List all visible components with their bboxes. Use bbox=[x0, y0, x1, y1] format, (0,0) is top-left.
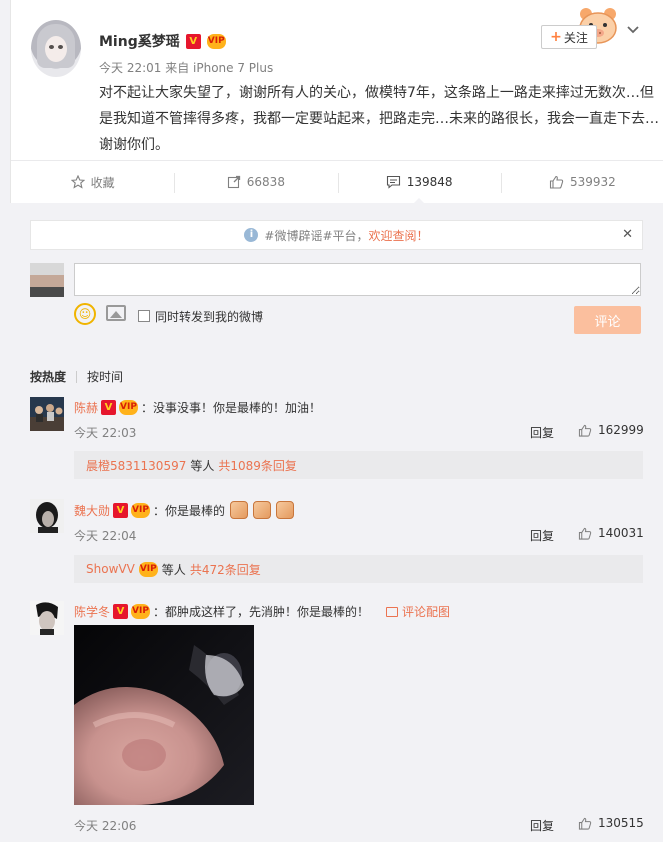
reply-button[interactable]: 回复 bbox=[530, 817, 554, 834]
repost-count: 66838 bbox=[246, 175, 285, 189]
notice-text: #微博辟谣#平台， bbox=[264, 228, 369, 243]
comment-like-button[interactable]: 140031 bbox=[578, 526, 644, 540]
post-card: Ming奚梦瑶 V VIP 今天 22:01 来自 iPhone 7 Plus … bbox=[10, 0, 663, 204]
reply-button[interactable]: 回复 bbox=[530, 527, 554, 544]
rumor-notice-bar: i #微博辟谣#平台， 欢迎查阅！ ✕ bbox=[30, 220, 643, 250]
commenter-name[interactable]: 魏大勋 bbox=[74, 502, 110, 519]
sort-by-hot-tab[interactable]: 按热度 bbox=[30, 368, 66, 385]
verified-badge-icon[interactable]: V bbox=[185, 33, 201, 49]
like-count: 539932 bbox=[569, 175, 616, 189]
post-text: 对不起让大家失望了，谢谢所有人的关心，做模特7年，这条路上一路走来摔过无数次…但… bbox=[99, 85, 659, 153]
comment-item: 魏大勋 V VIP ：你是最棒的 今天 22:04 回复 140031 Show… bbox=[30, 499, 644, 585]
vip-badge-icon[interactable]: VIP bbox=[138, 561, 158, 577]
comment-time: 今天 22:03 bbox=[74, 426, 137, 440]
comment-icon bbox=[386, 175, 400, 189]
repost-button[interactable]: 66838 bbox=[174, 161, 337, 203]
reply-button[interactable]: 回复 bbox=[530, 424, 554, 441]
commenter-avatar[interactable] bbox=[30, 397, 64, 431]
comment-text: ：你是最棒的 bbox=[153, 503, 226, 518]
reply-user[interactable]: ShowVV bbox=[86, 562, 135, 576]
comments-panel: i #微博辟谣#平台， 欢迎查阅！ ✕ ☺ 同时转发到我的微博 评论 按热度 按… bbox=[10, 203, 663, 842]
sort-by-time-tab[interactable]: 按时间 bbox=[87, 368, 123, 385]
commenter-name[interactable]: 陈赫 bbox=[74, 399, 98, 416]
commenter-name[interactable]: 陈学冬 bbox=[74, 603, 110, 620]
reply-user[interactable]: 晨橙5831130597 bbox=[86, 457, 186, 474]
reply-mid-text: 等人 bbox=[161, 562, 186, 577]
comment-attached-photo[interactable] bbox=[74, 625, 254, 805]
repost-checkbox-label[interactable]: 同时转发到我的微博 bbox=[155, 308, 263, 325]
follow-label: 关注 bbox=[563, 30, 588, 45]
author-name[interactable]: Ming奚梦瑶 bbox=[99, 31, 180, 51]
verified-badge-icon[interactable]: V bbox=[113, 604, 129, 619]
comment-head: 魏大勋 V VIP ：你是最棒的 bbox=[74, 501, 295, 519]
commenter-avatar[interactable] bbox=[30, 601, 64, 635]
vip-badge-icon[interactable]: VIP bbox=[131, 502, 151, 518]
post-action-bar: 收藏 66838 139848 539932 bbox=[11, 160, 663, 204]
comment-like-button[interactable]: 162999 bbox=[578, 423, 644, 437]
comment-text: ：都肿成这样了，先消肿！你是最棒的！ bbox=[153, 605, 370, 619]
like-button[interactable]: 539932 bbox=[500, 161, 663, 203]
thumbs-up-emoji-icon bbox=[230, 501, 249, 519]
comment-like-count: 162999 bbox=[598, 423, 644, 437]
reply-summary[interactable]: 晨橙5831130597 等人 共1089条回复 bbox=[74, 451, 643, 479]
post-meta: 今天 22:01 来自 iPhone 7 Plus bbox=[99, 61, 274, 75]
vip-badge-icon[interactable]: VIP bbox=[119, 400, 139, 415]
thumbs-up-icon bbox=[578, 817, 592, 830]
comment-text: ：没事没事！你是最棒的！加油！ bbox=[141, 401, 322, 415]
comment-time: 今天 22:04 bbox=[74, 529, 137, 543]
reply-count-link[interactable]: 共472条回复 bbox=[190, 561, 261, 578]
close-icon[interactable]: ✕ bbox=[622, 227, 633, 242]
image-upload-icon[interactable] bbox=[106, 305, 126, 321]
comment-picture-link[interactable]: 评论配图 bbox=[386, 603, 450, 620]
comment-like-button[interactable]: 130515 bbox=[578, 816, 644, 830]
reply-mid-text: 等人 bbox=[190, 458, 215, 473]
submit-comment-button[interactable]: 评论 bbox=[574, 306, 641, 334]
comment-head: 陈赫 V VIP ：没事没事！你是最棒的！加油！ bbox=[74, 399, 321, 416]
thumbs-up-icon bbox=[578, 424, 592, 437]
my-avatar bbox=[30, 263, 64, 297]
smiley-emoji-icon[interactable]: ☺ bbox=[74, 303, 96, 325]
comment-picture-label: 评论配图 bbox=[402, 605, 451, 619]
info-icon: i bbox=[244, 228, 259, 242]
favorite-button[interactable]: 收藏 bbox=[11, 161, 174, 203]
reply-summary[interactable]: ShowVV VIP 等人 共472条回复 bbox=[74, 555, 643, 583]
chevron-down-icon[interactable] bbox=[625, 22, 641, 38]
vip-badge-icon[interactable]: VIP bbox=[131, 604, 151, 619]
comment-sort-tabs: 按热度 按时间 bbox=[30, 368, 123, 385]
comment-button[interactable]: 139848 bbox=[337, 161, 501, 204]
thumbs-up-emoji-icon bbox=[276, 501, 295, 519]
repost-icon bbox=[227, 175, 240, 189]
thumbs-up-icon bbox=[578, 527, 592, 540]
comment-item: 陈赫 V VIP ：没事没事！你是最棒的！加油！ 今天 22:03 回复 162… bbox=[30, 397, 644, 479]
thumbs-up-icon bbox=[549, 175, 564, 189]
favorite-label: 收藏 bbox=[90, 175, 115, 190]
repost-checkbox[interactable] bbox=[138, 310, 150, 322]
author-avatar[interactable] bbox=[31, 20, 81, 77]
sort-divider bbox=[76, 370, 78, 383]
picture-icon bbox=[386, 606, 399, 617]
commenter-avatar[interactable] bbox=[30, 499, 64, 533]
avatar-eye-right bbox=[58, 45, 63, 49]
comment-like-count: 130515 bbox=[598, 816, 644, 830]
star-icon bbox=[70, 175, 85, 189]
verified-badge-icon[interactable]: V bbox=[113, 502, 129, 518]
comment-count: 139848 bbox=[406, 175, 453, 189]
comment-input[interactable] bbox=[74, 263, 641, 296]
plus-icon: + bbox=[550, 29, 562, 45]
vip-badge-icon[interactable]: VIP bbox=[206, 33, 226, 49]
thumbs-up-emoji-icon bbox=[253, 501, 272, 519]
comment-like-count: 140031 bbox=[598, 526, 644, 540]
weibo-page: Ming奚梦瑶 V VIP 今天 22:01 来自 iPhone 7 Plus … bbox=[0, 0, 663, 842]
comment-head: 陈学冬 V VIP ：都肿成这样了，先消肿！你是最棒的！ 评论配图 bbox=[74, 603, 450, 620]
verified-badge-icon[interactable]: V bbox=[101, 400, 117, 415]
comment-item: 陈学冬 V VIP ：都肿成这样了，先消肿！你是最棒的！ 评论配图 今天 22:… bbox=[30, 601, 644, 836]
author-line: Ming奚梦瑶 V VIP bbox=[99, 31, 226, 51]
comment-time: 今天 22:06 bbox=[74, 819, 137, 833]
avatar-face bbox=[45, 36, 67, 62]
reply-count-link[interactable]: 共1089条回复 bbox=[218, 457, 297, 474]
follow-button[interactable]: + 关注 bbox=[541, 25, 597, 49]
notice-link[interactable]: 欢迎查阅！ bbox=[369, 227, 429, 244]
avatar-eye-left bbox=[49, 45, 54, 49]
